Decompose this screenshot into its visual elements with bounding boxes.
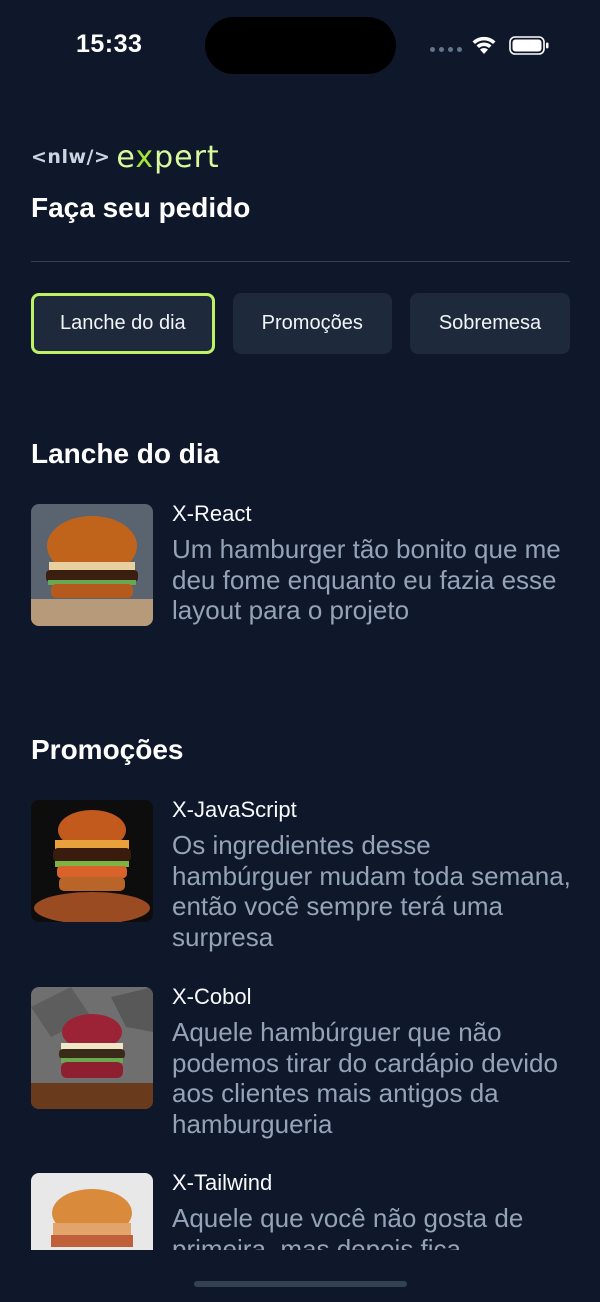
page-title: Faça seu pedido bbox=[31, 192, 251, 223]
nlw-expert-logo: <nlw/> expert bbox=[31, 139, 220, 175]
tab-sobremesa[interactable]: Sobremesa bbox=[409, 293, 571, 354]
product-description: Os ingredientes desse hambúrguer mudam t… bbox=[172, 830, 571, 952]
product-description: Aquele hambúrguer que não podemos tirar … bbox=[172, 1017, 558, 1139]
menu-list[interactable]: Lanche do dia X-React Um hamburger tão b… bbox=[0, 380, 600, 1250]
battery-icon bbox=[509, 36, 549, 55]
product-image bbox=[31, 504, 153, 626]
status-bar: 15:33 bbox=[0, 0, 600, 90]
product-name: X-JavaScript bbox=[172, 797, 297, 822]
header-divider bbox=[31, 261, 570, 262]
product-item[interactable]: X-Cobol Aquele hambúrguer que não podemo… bbox=[31, 985, 571, 1139]
product-image bbox=[31, 987, 153, 1109]
tab-promocoes[interactable]: Promoções bbox=[232, 293, 392, 354]
product-item[interactable]: X-React Um hamburger tão bonito que me d… bbox=[31, 502, 571, 626]
product-image bbox=[31, 800, 153, 922]
signal-icon bbox=[430, 47, 462, 52]
category-tabs: Lanche do dia Promoções Sobremesa bbox=[31, 293, 571, 354]
product-item[interactable]: X-Tailwind Aquele que você não gosta de … bbox=[31, 1171, 571, 1250]
section-title: Promoções bbox=[31, 734, 184, 765]
dynamic-island bbox=[205, 17, 396, 74]
home-indicator[interactable] bbox=[194, 1281, 407, 1287]
product-description: Um hamburger tão bonito que me deu fome … bbox=[172, 534, 561, 625]
section-title: Lanche do dia bbox=[31, 438, 220, 469]
product-description: Aquele que você não gosta de primeira, m… bbox=[172, 1203, 524, 1250]
status-time: 15:33 bbox=[76, 30, 143, 58]
product-name: X-Tailwind bbox=[172, 1170, 273, 1195]
product-image bbox=[31, 1173, 153, 1250]
product-name: X-React bbox=[172, 501, 252, 526]
product-item[interactable]: X-JavaScript Os ingredientes desse hambú… bbox=[31, 798, 571, 952]
product-name: X-Cobol bbox=[172, 984, 252, 1009]
tab-lanche-do-dia[interactable]: Lanche do dia bbox=[31, 293, 215, 354]
wifi-icon bbox=[472, 36, 496, 54]
